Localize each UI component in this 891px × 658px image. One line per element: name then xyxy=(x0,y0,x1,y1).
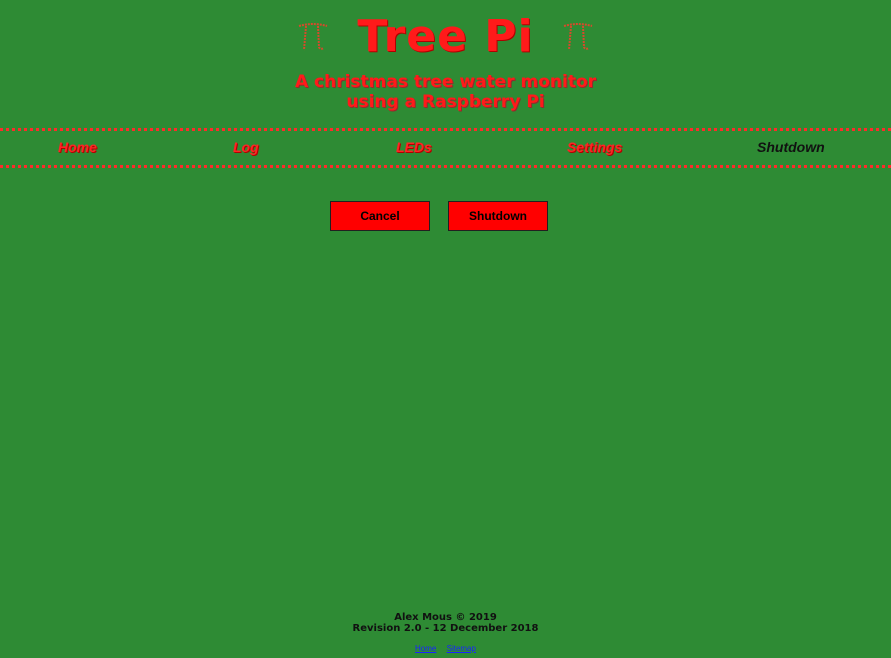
nav-item-settings[interactable]: Settings xyxy=(567,139,622,155)
subtitle-line-2: using a Raspberry Pi xyxy=(346,92,545,112)
nav-item-home[interactable]: Home xyxy=(58,139,97,155)
footer-author: Alex Mous © 2019 xyxy=(394,612,497,623)
footer-link-sitemap[interactable]: Sitemap xyxy=(447,644,476,653)
pi-icon xyxy=(563,23,592,51)
nav-item-shutdown[interactable]: Shutdown xyxy=(757,139,825,155)
nav-item-log[interactable]: Log xyxy=(233,139,259,155)
pi-icon xyxy=(299,23,328,51)
footer-links: Home Sitemap xyxy=(0,644,891,653)
title-row: Tree Pi xyxy=(0,8,891,64)
footer: Alex Mous © 2019 Revision 2.0 - 12 Decem… xyxy=(0,612,891,634)
subtitle-line-1: A christmas tree water monitor xyxy=(294,72,597,92)
shutdown-actions: Cancel Shutdown xyxy=(330,201,548,231)
shutdown-button[interactable]: Shutdown xyxy=(448,201,548,231)
site-header: Tree Pi A christmas tree water monitor u… xyxy=(0,0,891,128)
nav-item-leds[interactable]: LEDs xyxy=(396,139,432,155)
cancel-button[interactable]: Cancel xyxy=(330,201,430,231)
footer-link-home[interactable]: Home xyxy=(415,644,436,653)
top-navigation: Home Log LEDs Settings Shutdown xyxy=(0,128,891,168)
page-title: Tree Pi xyxy=(357,10,534,62)
footer-revision: Revision 2.0 - 12 December 2018 xyxy=(352,623,539,634)
subtitle: A christmas tree water monitor using a R… xyxy=(0,72,891,112)
